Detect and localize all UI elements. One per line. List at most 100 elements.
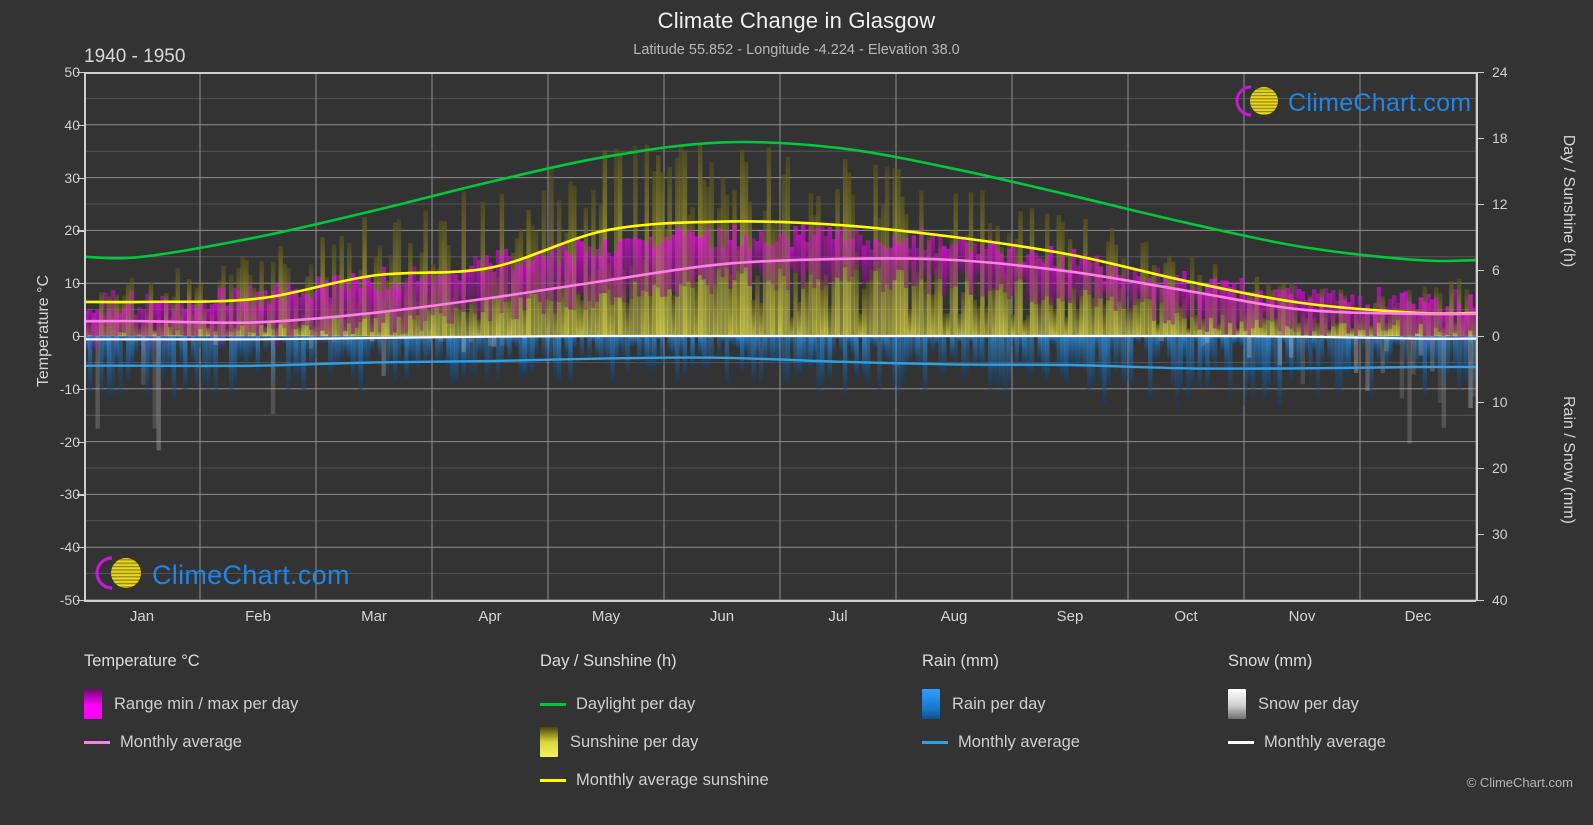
y-tick-mark-right [1476, 138, 1484, 140]
legend-line-holder [540, 702, 576, 706]
legend-item-rain-avg[interactable]: Monthly average [922, 723, 1080, 761]
y-tick-left-50: 50 [64, 64, 80, 80]
y-tick-right-mm-30: 30 [1492, 526, 1508, 542]
legend-label-snow: Snow per day [1258, 694, 1359, 713]
legend-heading-rain: Rain (mm) [922, 652, 999, 670]
y-tick-right-mm-40: 40 [1492, 592, 1508, 608]
y-tick-mark-left [77, 177, 84, 179]
legend-item-temp-avg[interactable]: Monthly average [84, 723, 298, 761]
legend-label-sunshine-avg: Monthly average sunshine [576, 770, 769, 789]
page-title: Climate Change in Glasgow [657, 8, 936, 33]
x-tick-label-mar: Mar [361, 608, 387, 625]
x-tick-label-aug: Aug [940, 608, 968, 625]
x-tick-label-oct: Oct [1174, 608, 1198, 625]
brand-logo-text-watermark: ClimeChart.com [152, 560, 350, 590]
legend-line-holder [540, 778, 576, 782]
y-tick-left--30: -30 [59, 486, 80, 503]
period-label: 1940 - 1950 [84, 46, 186, 67]
legend-item-sunshine-avg[interactable]: Monthly average sunshine [540, 761, 769, 799]
legend-label-temp-avg: Monthly average [120, 732, 242, 751]
y-tick-mark-right [1476, 270, 1484, 272]
x-tick-label-apr: Apr [478, 608, 502, 625]
y-tick-mark-right [1476, 468, 1484, 470]
legend-heading-day-sunshine: Day / Sunshine (h) [540, 652, 677, 670]
x-tick-label-feb: Feb [245, 608, 271, 625]
legend-line-sunshine-avg [540, 778, 566, 782]
y-tick-right-hours-12: 12 [1492, 196, 1508, 212]
legend-item-rain[interactable]: Rain per day [922, 685, 1080, 723]
y-tick-mark-left [77, 494, 84, 496]
x-tick-label-nov: Nov [1288, 608, 1316, 625]
legend-item-snow[interactable]: Snow per day [1228, 685, 1386, 723]
legend-swatch-snow [1228, 689, 1246, 719]
x-tick-label-sep: Sep [1056, 608, 1084, 625]
legend-group-temperature: Temperature °C Range min / max per day M… [84, 652, 298, 761]
y-tick-left-30: 30 [64, 169, 80, 186]
y-tick-left--50: -50 [59, 592, 80, 608]
chart-legend: Temperature °C Range min / max per day M… [0, 652, 1593, 822]
legend-label-sunshine: Sunshine per day [570, 732, 699, 751]
legend-line-snow-avg [1228, 740, 1254, 744]
y-tick-mark-right [1476, 600, 1484, 602]
page-subtitle: Latitude 55.852 - Longitude -4.224 - Ele… [633, 42, 960, 58]
climechart-logo-icon [1232, 80, 1288, 127]
y-tick-mark-right [1476, 72, 1484, 74]
y-tick-mark-left [77, 283, 84, 285]
legend-line-daylight [540, 702, 566, 706]
legend-group-snow: Snow (mm) Snow per day Monthly average [1228, 652, 1386, 761]
y-tick-right-mm-20: 20 [1492, 460, 1508, 476]
climate-chart [84, 72, 1476, 600]
legend-label-rain: Rain per day [952, 694, 1046, 713]
brand-logo-text-top: ClimeChart.com [1288, 89, 1472, 117]
legend-label-daylight: Daylight per day [576, 694, 696, 713]
x-tick-label-may: May [591, 608, 621, 625]
y-tick-mark-right [1476, 402, 1484, 404]
legend-line-rain-avg [922, 740, 948, 744]
y-tick-mark-left [77, 124, 84, 126]
y-tick-mark-left [77, 388, 84, 390]
plot-top-line [84, 72, 1476, 74]
x-tick-label-jul: Jul [828, 608, 848, 625]
x-tick-label-jan: Jan [129, 608, 155, 625]
legend-heading-temperature: Temperature °C [84, 652, 200, 670]
y-tick-mark-right [1476, 336, 1484, 338]
legend-label-temp-range: Range min / max per day [114, 694, 299, 713]
legend-line-holder [1228, 740, 1264, 744]
y-tick-left-20: 20 [64, 222, 80, 239]
y-tick-mark-left [77, 230, 84, 232]
legend-label-snow-avg: Monthly average [1264, 732, 1386, 751]
y-tick-right-mm-10: 10 [1492, 394, 1508, 410]
y-tick-left--20: -20 [59, 433, 80, 450]
legend-swatch-sunshine [540, 727, 558, 757]
y-tick-mark-left [77, 600, 84, 602]
legend-item-daylight[interactable]: Daylight per day [540, 685, 769, 723]
y-axis-title-right-bottom: Rain / Snow (mm) [1560, 395, 1577, 524]
y-tick-mark-right [1476, 534, 1484, 536]
climechart-logo-icon [92, 550, 152, 601]
legend-heading-snow: Snow (mm) [1228, 652, 1313, 670]
y-tick-left--40: -40 [59, 539, 80, 556]
y-tick-mark-left [77, 547, 84, 549]
y-axis-left-line [84, 72, 86, 600]
brand-logo-watermark: ClimeChart.com [92, 550, 350, 601]
legend-line-temp-avg [84, 740, 110, 744]
y-axis-title-left: Temperature °C [35, 274, 52, 388]
legend-item-snow-avg[interactable]: Monthly average [1228, 723, 1386, 761]
x-tick-label-dec: Dec [1404, 608, 1432, 625]
y-tick-right-hours-24: 24 [1492, 64, 1508, 80]
legend-swatch-temp-range [84, 689, 102, 719]
y-tick-left-40: 40 [64, 116, 80, 133]
chart-plot-area [84, 72, 1476, 600]
y-tick-right-hours-6: 6 [1492, 262, 1500, 278]
legend-item-temp-range[interactable]: Range min / max per day [84, 685, 298, 723]
y-tick-mark-left [77, 441, 84, 443]
legend-line-holder [84, 740, 120, 744]
legend-item-sunshine[interactable]: Sunshine per day [540, 723, 769, 761]
legend-swatch-rain [922, 689, 940, 719]
legend-group-day-sunshine: Day / Sunshine (h) Daylight per day Suns… [540, 652, 769, 799]
y-tick-right-hours-18: 18 [1492, 130, 1508, 146]
legend-line-holder [922, 740, 958, 744]
copyright-text: © ClimeChart.com [1466, 775, 1573, 790]
y-tick-mark-right [1476, 204, 1484, 206]
legend-group-rain: Rain (mm) Rain per day Monthly average [922, 652, 1080, 761]
